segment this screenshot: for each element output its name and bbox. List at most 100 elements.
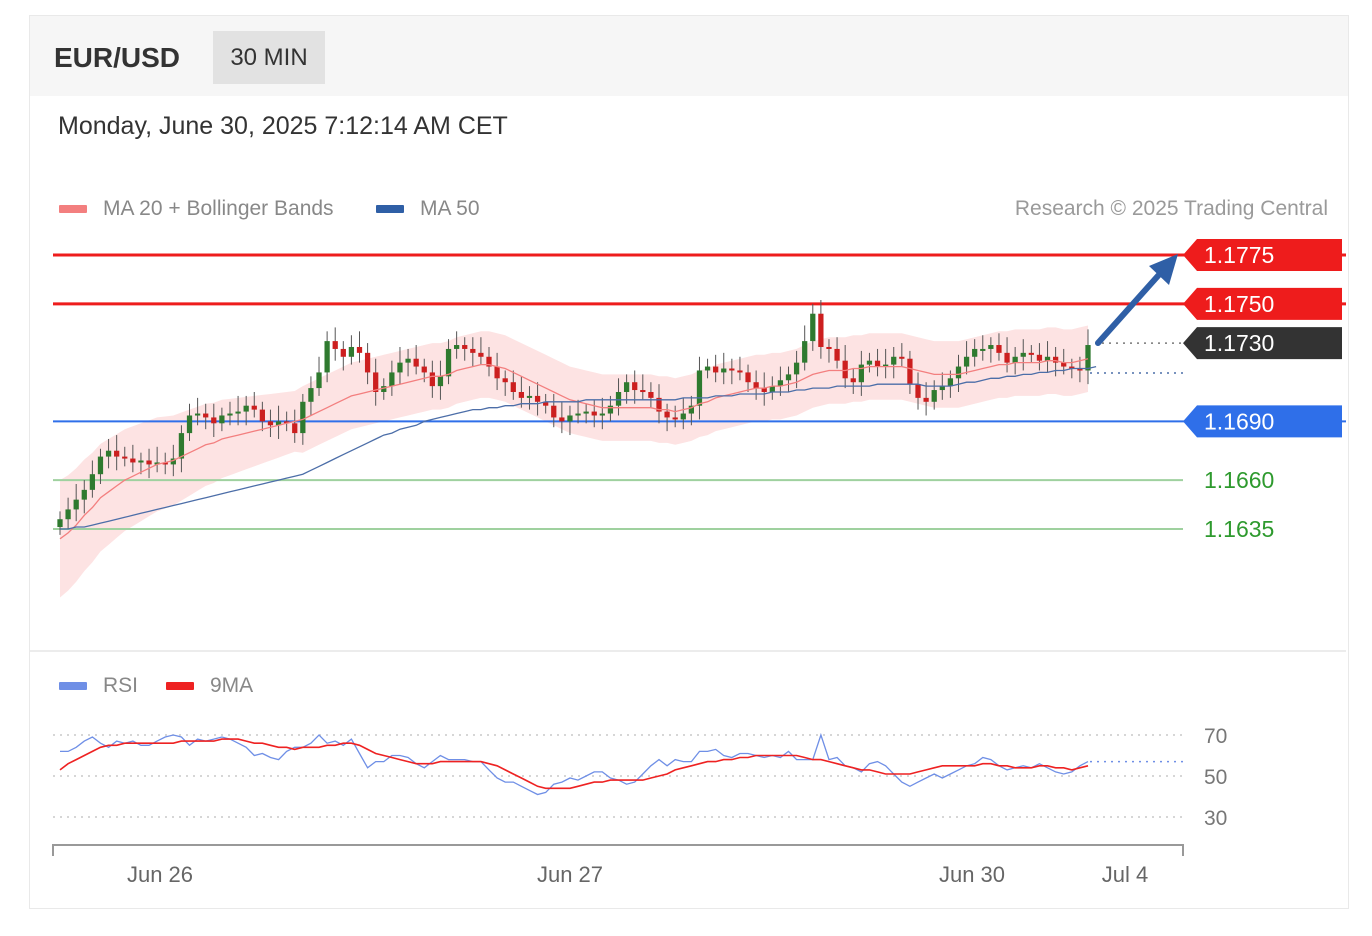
candle-body <box>518 392 525 398</box>
candle-body <box>696 370 703 406</box>
candle-body <box>753 382 759 389</box>
candle-body <box>510 382 516 392</box>
candle-body <box>445 348 452 377</box>
candle-body <box>793 362 800 375</box>
candle-body <box>891 356 897 365</box>
candle-body <box>57 519 63 528</box>
candle-body <box>988 345 994 349</box>
candle-body <box>130 458 136 463</box>
candle-body <box>923 397 929 402</box>
candle-body <box>632 382 638 391</box>
candle-body <box>713 366 719 373</box>
candle-body <box>1020 352 1026 357</box>
level-label-4: 1.1660 <box>1204 467 1274 493</box>
x-tick-label: Jun 30 <box>939 862 1005 887</box>
candle-body <box>227 413 233 416</box>
candle-body <box>1004 352 1010 363</box>
candle-body <box>704 366 711 371</box>
candle-body <box>551 405 557 418</box>
candle-body <box>599 413 605 416</box>
candle-body <box>316 372 322 389</box>
candle-body <box>996 345 1002 353</box>
candle-body <box>591 411 597 416</box>
candle-body <box>899 356 905 359</box>
candle-body <box>211 417 217 424</box>
candle-body <box>955 366 962 379</box>
candle-body <box>243 405 249 412</box>
candle-body <box>186 415 193 434</box>
candle-body <box>105 450 112 457</box>
candle-body <box>300 401 306 434</box>
price-chart: 1.1775 1.1750 1.1730 1.1690 1.1660 1.1635 70 5… <box>30 239 1346 887</box>
candle-body <box>729 368 735 371</box>
candle-body <box>826 346 832 349</box>
candle-body <box>194 413 201 416</box>
candle-body <box>259 409 265 422</box>
candle-body <box>1036 354 1043 361</box>
level-label-0: 1.1775 <box>1204 242 1274 268</box>
candle-body <box>615 392 622 406</box>
candle-body <box>737 370 743 373</box>
candle-body <box>138 460 144 463</box>
candle-body <box>559 417 565 422</box>
candle-body <box>526 395 533 398</box>
candle-body <box>866 360 873 365</box>
candle-body <box>437 376 444 387</box>
rsi-line <box>60 732 1089 796</box>
candle-body <box>907 358 913 385</box>
rsi-tick-label: 50 <box>1204 766 1227 789</box>
candle-body <box>534 395 541 402</box>
candle-body <box>292 423 298 434</box>
candle-body <box>607 405 614 414</box>
level-label-5: 1.1635 <box>1204 516 1274 542</box>
candle-body <box>453 345 460 349</box>
candle-body <box>340 348 346 357</box>
candle-body <box>680 413 686 420</box>
candle-body <box>178 433 185 459</box>
candle-body <box>470 348 476 353</box>
bollinger-band-area <box>60 325 1088 598</box>
candle-body <box>97 456 104 475</box>
candle-body <box>267 421 274 426</box>
forecast-arrow-shaft <box>1095 265 1168 346</box>
candle-body <box>664 411 670 418</box>
candle-body <box>89 474 96 490</box>
candle <box>332 327 338 361</box>
candle-body <box>122 456 128 459</box>
candle-body <box>874 360 881 367</box>
candle-body <box>834 348 840 361</box>
candle-body <box>858 364 864 383</box>
rsi-tick-label: 70 <box>1204 725 1227 748</box>
candle-body <box>421 366 427 373</box>
candle-body <box>332 341 338 349</box>
candle-body <box>623 382 630 392</box>
candle-body <box>73 499 79 510</box>
level-label-1: 1.1750 <box>1204 291 1274 317</box>
candle-body <box>146 460 152 465</box>
candle-body <box>397 362 403 373</box>
candle-body <box>429 372 435 387</box>
candle-body <box>356 346 363 353</box>
candle-body <box>567 415 573 422</box>
candle-body <box>850 378 856 383</box>
candle-body <box>462 345 468 349</box>
candle-body <box>494 366 500 379</box>
candle-body <box>364 352 371 373</box>
candle-body <box>65 509 71 520</box>
candle-body <box>915 384 921 398</box>
candle <box>348 335 355 365</box>
candle-body <box>114 450 120 457</box>
candle-body <box>972 348 978 357</box>
candle-body <box>785 374 792 381</box>
candle-body <box>81 489 87 500</box>
candle-body <box>810 313 816 342</box>
candle-body <box>963 356 970 367</box>
candle-body <box>405 358 411 363</box>
x-axis-line <box>52 844 1184 856</box>
candle-body <box>1012 356 1018 363</box>
rsi-9ma-line <box>59 738 1089 790</box>
candle-body <box>251 405 257 410</box>
candle-body <box>583 411 589 414</box>
x-tick-label: Jun 27 <box>537 862 603 887</box>
candle-body <box>640 390 646 393</box>
